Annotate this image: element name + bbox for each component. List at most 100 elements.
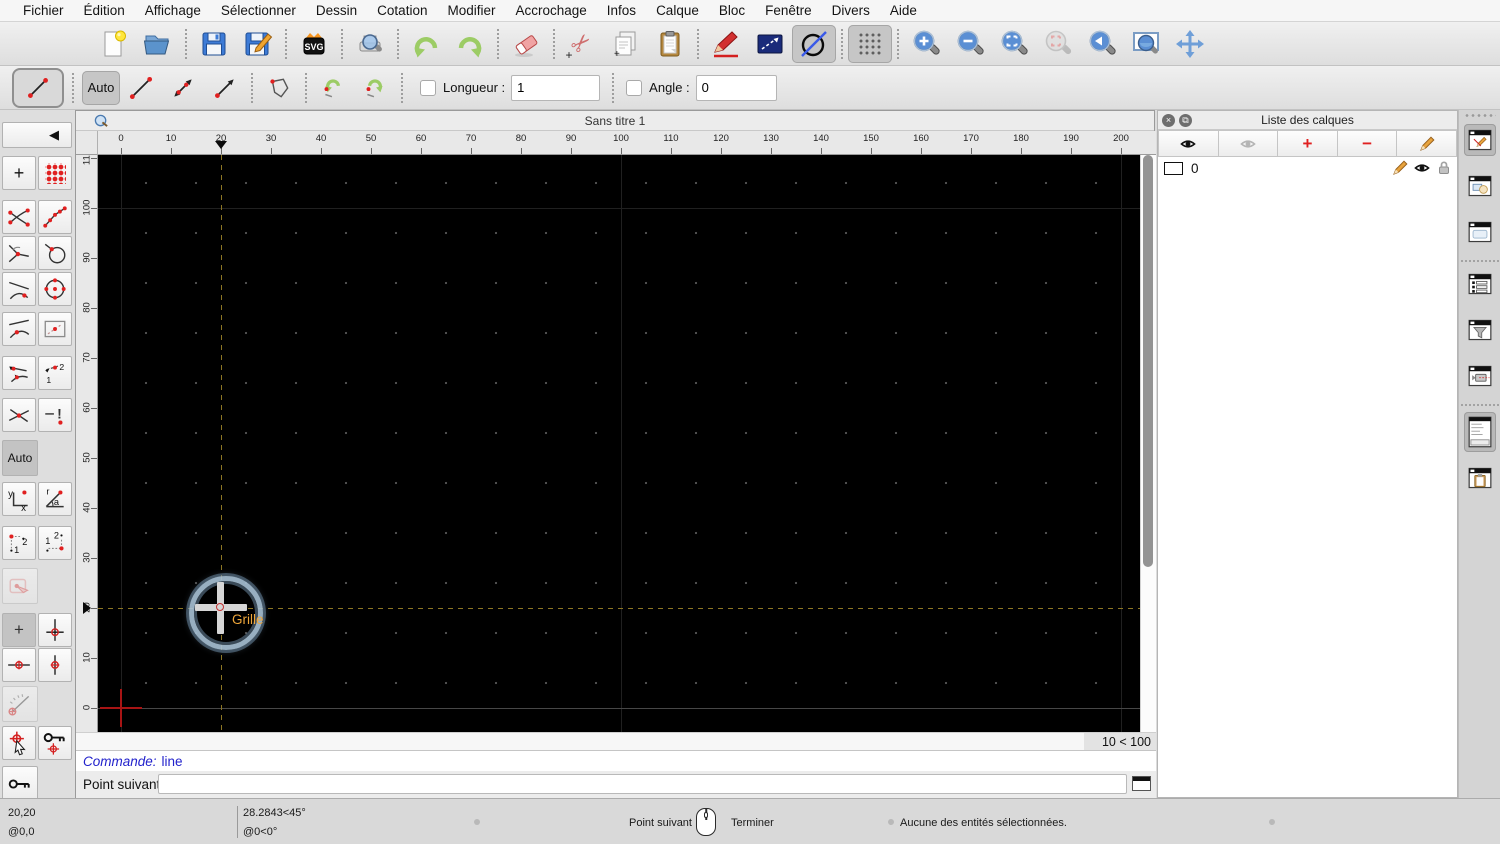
snap-nearest-button[interactable] xyxy=(2,312,36,346)
document-titlebar[interactable]: Sans titre 1 xyxy=(76,111,1154,131)
layer-visibility-eye-icon[interactable] xyxy=(1414,160,1430,176)
snap-free-button[interactable]: + xyxy=(2,156,36,190)
hide-all-layers-button[interactable] xyxy=(1218,130,1279,157)
zoom-previous-button[interactable] xyxy=(1080,25,1124,63)
copy-button[interactable]: + xyxy=(604,25,648,63)
keyboard-focus-button[interactable] xyxy=(1132,776,1151,791)
layer-lock-icon[interactable] xyxy=(1436,160,1452,176)
zoom-in-button[interactable] xyxy=(904,25,948,63)
library-browser-toggle-button[interactable] xyxy=(1464,216,1496,248)
drawing-canvas[interactable]: Grille xyxy=(98,155,1140,732)
line-auto-button[interactable]: Auto xyxy=(82,70,120,105)
menu-item-fenetre[interactable]: Fenêtre xyxy=(755,3,822,18)
relative-zero-key-button[interactable] xyxy=(2,766,38,802)
snap-back-button[interactable]: ◀ xyxy=(2,122,72,148)
length-checkbox[interactable] xyxy=(420,79,436,96)
restrict-horizontal-button[interactable] xyxy=(2,648,36,682)
layer-color-swatch[interactable] xyxy=(1164,161,1183,175)
zoom-pan-button[interactable] xyxy=(1168,25,1212,63)
line-ray-button[interactable] xyxy=(204,70,246,106)
clipboard-widget-toggle-button[interactable] xyxy=(1464,462,1496,494)
zoom-out-button[interactable] xyxy=(948,25,992,63)
block-list-toggle-button[interactable] xyxy=(1464,170,1496,202)
save-button[interactable] xyxy=(192,25,236,63)
undock-icon[interactable]: ⧉ xyxy=(1179,114,1192,127)
new-document-button[interactable] xyxy=(92,25,136,63)
restrict-vertical-small-button[interactable] xyxy=(38,648,72,682)
menu-item-modifier[interactable]: Modifier xyxy=(437,3,505,18)
coord-cartesian-button[interactable]: y x xyxy=(2,482,36,516)
menu-item-edition[interactable]: Édition xyxy=(74,3,135,18)
horizontal-scrollbar[interactable]: 10 < 100 xyxy=(76,732,1156,750)
snap-circle-button[interactable] xyxy=(38,272,72,306)
save-as-button[interactable] xyxy=(236,25,280,63)
coord-relative-1-button[interactable]: 1 2 xyxy=(2,526,36,560)
set-relative-zero-button[interactable] xyxy=(2,726,36,760)
edit-layer-button[interactable] xyxy=(1397,130,1457,157)
filter-toggle-button[interactable] xyxy=(1464,314,1496,346)
vertical-scrollbar[interactable] xyxy=(1140,155,1156,732)
menu-item-dessin[interactable]: Dessin xyxy=(306,3,367,18)
layer-row[interactable]: 0 xyxy=(1158,157,1457,179)
coord-polar-button[interactable]: r a xyxy=(38,482,72,516)
menu-item-divers[interactable]: Divers xyxy=(822,3,880,18)
angle-checkbox[interactable] xyxy=(626,79,643,96)
add-layer-button[interactable]: + xyxy=(1278,130,1338,157)
command-input[interactable] xyxy=(158,774,1127,794)
snap-endpoint-button[interactable] xyxy=(2,200,36,234)
coord-relative-2-button[interactable]: 1 2 xyxy=(38,526,72,560)
menu-item-accrochage[interactable]: Accrochage xyxy=(505,3,596,18)
close-icon[interactable]: × xyxy=(1162,114,1175,127)
print-preview-button[interactable] xyxy=(348,25,392,63)
snap-middle-button[interactable] xyxy=(2,272,36,306)
snap-auto-button[interactable]: Auto xyxy=(2,440,38,476)
zoom-auto-button[interactable] xyxy=(992,25,1036,63)
grid-toggle-button[interactable] xyxy=(848,24,892,63)
menu-item-fichier[interactable]: Fichier xyxy=(13,3,74,18)
menu-item-affichage[interactable]: Affichage xyxy=(135,3,211,18)
restrict-nothing-button[interactable]: + xyxy=(2,613,36,647)
menu-item-infos[interactable]: Infos xyxy=(597,3,646,18)
pen-button[interactable] xyxy=(704,25,748,63)
length-input[interactable] xyxy=(511,74,601,101)
menu-item-aide[interactable]: Aide xyxy=(880,3,927,18)
snap-center-button[interactable] xyxy=(2,236,36,270)
undo-segment-button[interactable] xyxy=(312,70,354,106)
snap-restrict-box-button[interactable] xyxy=(38,312,72,346)
pen-wizard-toggle-button[interactable] xyxy=(1464,360,1496,392)
polyline-button[interactable] xyxy=(258,70,300,106)
redo-segment-button[interactable] xyxy=(354,70,396,106)
paste-button[interactable] xyxy=(648,25,692,63)
snap-tangent-button[interactable] xyxy=(38,236,72,270)
restrict-orthogonal-button[interactable] xyxy=(2,356,36,390)
line-bidirectional-button[interactable] xyxy=(162,70,204,106)
line-two-points-button[interactable] xyxy=(120,70,162,106)
delete-button[interactable] xyxy=(504,25,548,63)
draft-mode-button[interactable] xyxy=(792,24,836,63)
menu-item-bloc[interactable]: Bloc xyxy=(709,3,755,18)
menu-item-selectionner[interactable]: Sélectionner xyxy=(211,3,306,18)
menu-item-calque[interactable]: Calque xyxy=(646,3,709,18)
restrict-vertical-button[interactable] xyxy=(38,613,72,647)
layer-edit-pencil-icon[interactable] xyxy=(1392,160,1408,176)
snap-intersection-button[interactable] xyxy=(2,398,36,432)
lock-relative-zero-button[interactable] xyxy=(38,726,72,760)
command-widget-toggle-button[interactable] xyxy=(1464,412,1496,452)
zoom-window-button[interactable] xyxy=(1124,25,1168,63)
restrict-horizontal-vertical-button[interactable]: 2 1 xyxy=(38,356,72,390)
remove-layer-button[interactable]: − xyxy=(1337,130,1398,157)
redo-button[interactable] xyxy=(448,25,492,63)
snap-on-entity-button[interactable] xyxy=(38,200,72,234)
undo-button[interactable] xyxy=(404,25,448,63)
layer-list-toggle-button[interactable] xyxy=(1464,124,1496,156)
blueprint-button[interactable] xyxy=(748,25,792,63)
snap-intersection-manual-button[interactable]: ! xyxy=(38,398,72,432)
show-all-layers-button[interactable] xyxy=(1158,130,1219,157)
menu-item-cotation[interactable]: Cotation xyxy=(367,3,437,18)
open-file-button[interactable] xyxy=(136,25,180,63)
dock-drag-handle[interactable] xyxy=(1464,114,1496,117)
svg-export-button[interactable]: SVG xyxy=(292,25,336,63)
current-tool-indicator[interactable] xyxy=(12,67,64,108)
vertical-scrollbar-thumb[interactable] xyxy=(1143,155,1153,567)
angle-input[interactable] xyxy=(695,74,777,101)
